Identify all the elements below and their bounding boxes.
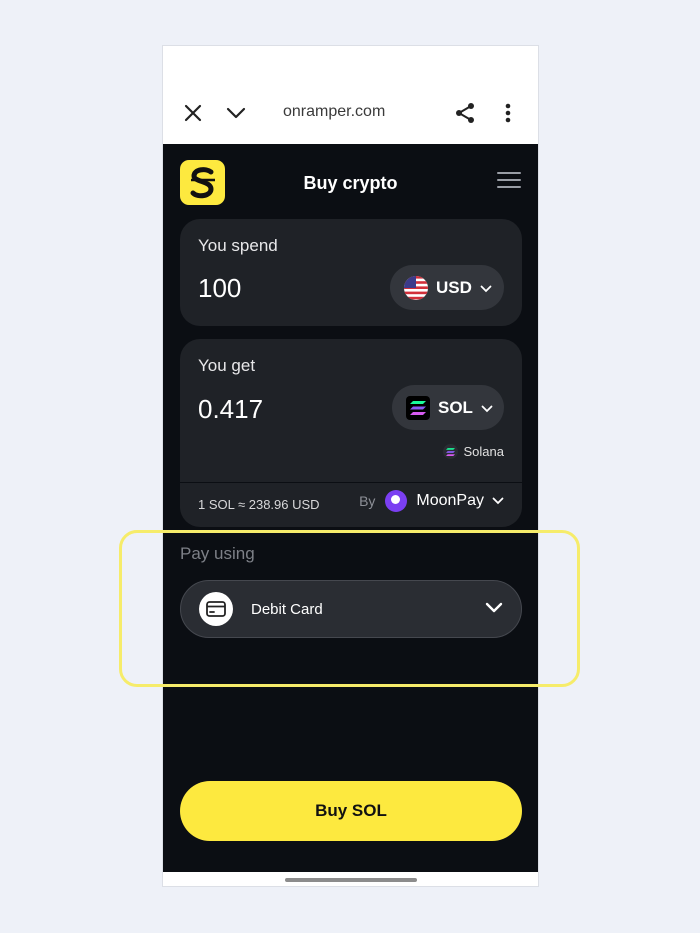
share-icon[interactable] [450, 98, 480, 128]
solana-icon [406, 395, 430, 420]
card-divider [180, 482, 522, 483]
spend-label: You spend [198, 236, 278, 255]
provider-by-label: By [359, 493, 376, 509]
home-indicator[interactable] [285, 878, 417, 882]
buy-button[interactable]: Buy SOL [180, 781, 522, 841]
highlight-annotation [119, 530, 580, 687]
crypto-currency-code: SOL [438, 397, 473, 417]
browser-toolbar: onramper.com [163, 46, 538, 144]
fiat-currency-selector[interactable]: USD [390, 265, 504, 310]
fiat-currency-code: USD [436, 277, 472, 297]
provider-name: MoonPay [416, 492, 484, 509]
us-flag-icon [404, 275, 428, 300]
moonpay-icon [385, 490, 408, 512]
chevron-down-icon[interactable] [221, 98, 251, 128]
provider-selector[interactable]: By MoonPay [359, 490, 504, 512]
phone-frame: onramper.com Buy crypto You spend 100 US… [162, 45, 539, 887]
network-tag: Solana [442, 444, 504, 459]
chevron-down-icon [481, 398, 493, 418]
page-title: Buy crypto [303, 173, 398, 193]
chevron-down-icon [492, 492, 504, 510]
exchange-rate: 1 SOL ≈ 238.96 USD [198, 497, 320, 512]
receive-card: You get 0.417 SOL Solana 1 SOL ≈ 238.96 … [180, 339, 522, 527]
solana-network-icon [442, 444, 458, 459]
hamburger-menu-icon[interactable] [497, 172, 521, 190]
receive-label: You get [198, 356, 256, 375]
more-options-icon[interactable] [493, 98, 523, 128]
receive-amount: 0.417 [198, 394, 264, 424]
spend-card: You spend 100 USD [180, 219, 522, 326]
close-icon[interactable] [178, 98, 208, 128]
app-container: Buy crypto You spend 100 USD You get 0.4… [163, 144, 538, 872]
chevron-down-icon [480, 278, 492, 298]
crypto-currency-selector[interactable]: SOL [392, 385, 504, 430]
network-name: Solana [463, 444, 504, 459]
spend-amount-input[interactable]: 100 [198, 273, 241, 304]
address-bar-url[interactable]: onramper.com [283, 103, 385, 121]
